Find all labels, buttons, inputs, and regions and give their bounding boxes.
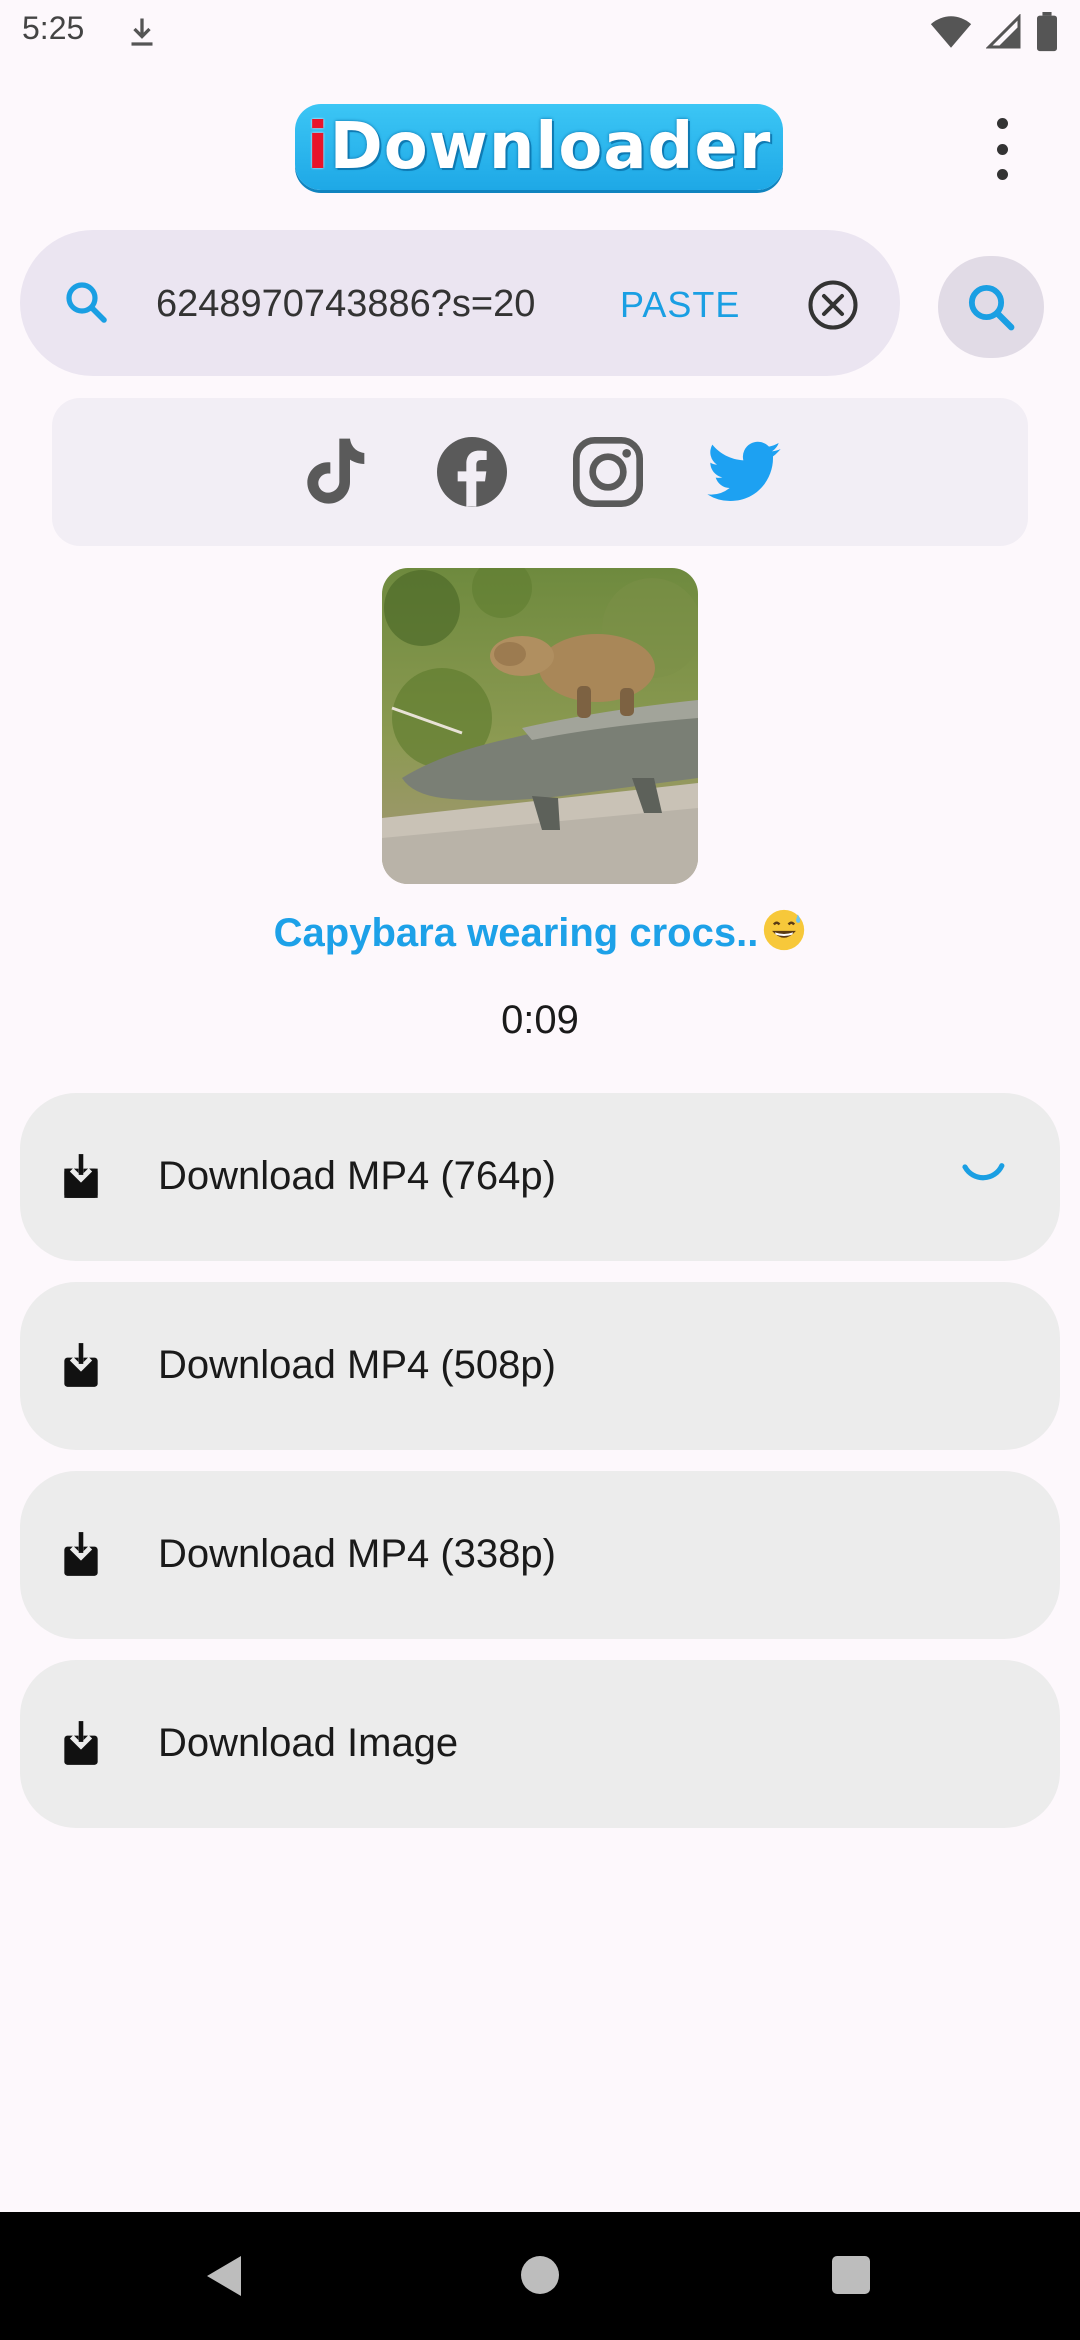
more-vert-icon[interactable] (978, 118, 1026, 180)
wifi-icon (930, 16, 972, 48)
search-button-icon (968, 284, 1015, 331)
twitter-icon[interactable] (704, 432, 784, 512)
download-label: Download MP4 (338p) (158, 1532, 556, 1576)
logo-letter-i: i (306, 110, 330, 184)
logo-text: Downloader (329, 110, 772, 184)
back-icon[interactable] (204, 2254, 246, 2298)
clear-icon[interactable] (806, 278, 860, 332)
video-title: Capybara wearing crocs.. (0, 908, 1080, 956)
signal-icon (986, 14, 1021, 49)
status-time: 5:25 (22, 10, 85, 46)
download-icon (64, 1721, 98, 1765)
platform-selector (52, 398, 1028, 546)
paste-button[interactable]: PASTE (620, 284, 740, 326)
thumbnail-image (382, 568, 698, 884)
video-duration: 0:09 (501, 998, 579, 1042)
video-title-text: Capybara wearing crocs.. (273, 911, 759, 955)
app-logo: i Downloader (295, 104, 783, 190)
url-input[interactable] (156, 276, 586, 332)
download-label: Download MP4 (764p) (158, 1154, 556, 1198)
tiktok-icon[interactable] (296, 432, 376, 512)
download-label: Download MP4 (508p) (158, 1343, 556, 1387)
search-button[interactable] (938, 256, 1044, 358)
download-notification-icon (131, 18, 153, 46)
battery-icon (1037, 12, 1057, 52)
home-icon[interactable] (521, 2256, 559, 2294)
grinning-sweat-emoji-icon (764, 909, 805, 951)
download-icon (64, 1532, 98, 1576)
video-thumbnail (382, 568, 698, 884)
status-icons (930, 12, 1058, 52)
loading-spinner-icon (962, 1163, 1005, 1181)
facebook-icon[interactable] (432, 432, 512, 512)
download-icon (64, 1343, 98, 1387)
recents-icon[interactable] (832, 2256, 870, 2294)
status-bar: 5:25 (0, 0, 1080, 64)
download-icon (64, 1154, 98, 1198)
instagram-icon[interactable] (568, 432, 648, 512)
search-icon (66, 282, 107, 323)
download-label: Download Image (158, 1721, 459, 1765)
